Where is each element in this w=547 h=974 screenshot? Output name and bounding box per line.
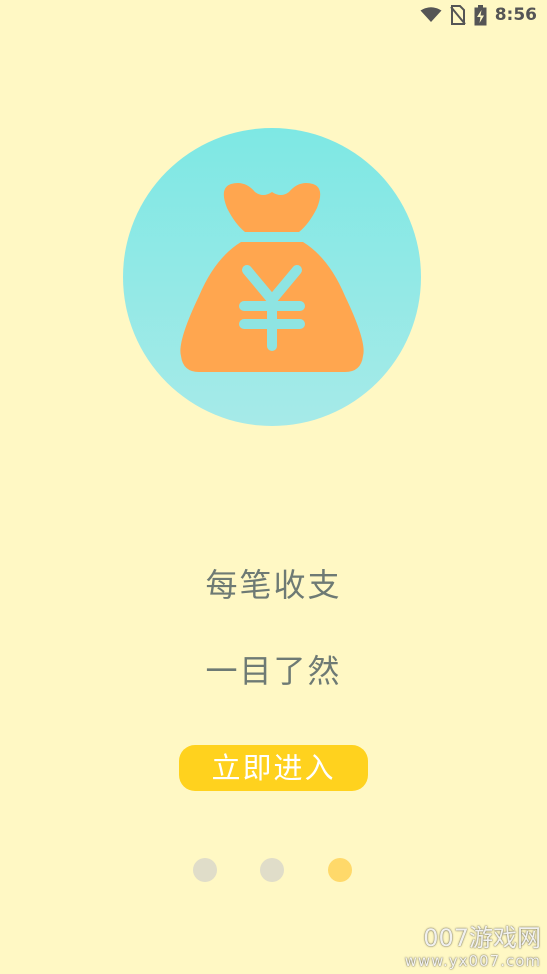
page-dot-1[interactable]: [193, 858, 217, 882]
slogan-line-1: 每笔收支: [205, 566, 342, 604]
enter-button[interactable]: 立即进入: [179, 745, 368, 791]
status-icons: 8:56: [420, 4, 537, 26]
page-dot-3[interactable]: [328, 858, 352, 882]
no-sim-icon: [449, 5, 466, 25]
splash-screen: 8:56 每笔收支 一目了然 立即进入 007游戏网 www.yx007.com: [0, 0, 547, 974]
slogan-line-2: 一目了然: [205, 652, 342, 690]
page-indicator: [0, 858, 547, 882]
status-bar: 8:56: [0, 0, 547, 30]
wifi-icon: [420, 7, 442, 23]
watermark: 007游戏网 www.yx007.com: [405, 924, 541, 970]
money-bag-icon: [123, 128, 421, 426]
watermark-main: 007游戏网: [423, 924, 541, 952]
battery-charging-icon: [474, 4, 487, 26]
page-dot-2[interactable]: [260, 858, 284, 882]
money-bag-illustration: [123, 128, 421, 426]
status-time: 8:56: [494, 5, 537, 25]
watermark-url: www.yx007.com: [404, 952, 541, 970]
